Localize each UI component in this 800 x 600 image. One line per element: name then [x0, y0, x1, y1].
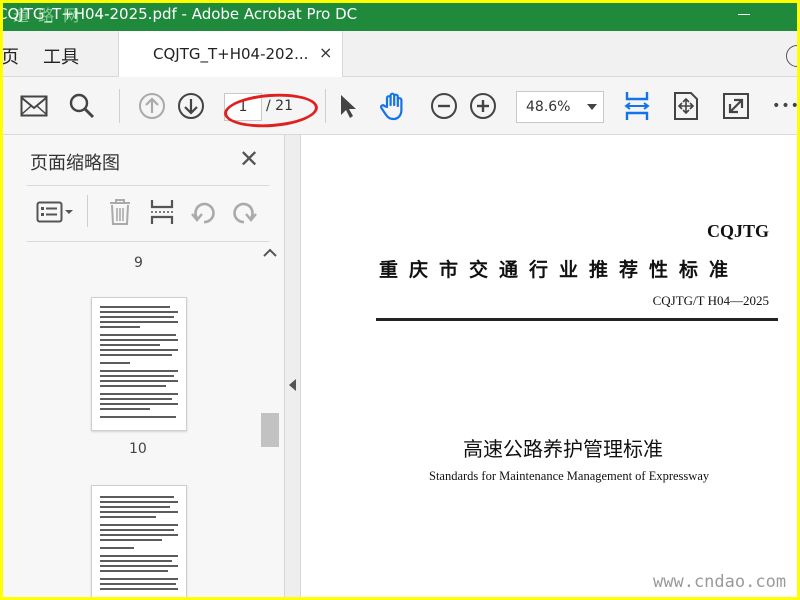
thumbnail-panel: 页面缩略图 ✕ 9 10 — [3, 135, 285, 597]
delete-page-icon[interactable] — [105, 197, 135, 227]
menu-home[interactable]: 页 — [3, 43, 19, 69]
full-screen-icon[interactable] — [721, 91, 751, 121]
document-tab-label: CQJTG_T+H04-202... — [153, 45, 309, 63]
panel-splitter[interactable] — [285, 135, 301, 597]
more-tools-icon[interactable]: ••• — [769, 91, 797, 121]
thumbnail-options-icon[interactable] — [35, 197, 75, 227]
toolbar-separator — [325, 89, 326, 123]
thumbnail-page-number: 10 — [129, 441, 147, 457]
previous-page-icon[interactable] — [137, 91, 167, 121]
panel-divider — [27, 185, 269, 186]
zoom-in-icon[interactable] — [468, 91, 498, 121]
page-number-input[interactable]: 1 — [224, 93, 262, 121]
scroll-up-icon[interactable] — [263, 245, 277, 261]
tab-bar: 页 工具 CQJTG_T+H04-202... × — [3, 31, 797, 77]
panel-separator — [87, 195, 88, 227]
acrobat-window: CQJTG_T+H04-2025.pdf - Adobe Acrobat Pro… — [3, 3, 797, 597]
hand-tool-icon[interactable] — [379, 91, 409, 121]
document-title-en: Standards for Maintenance Management of … — [429, 469, 710, 483]
thumbnail-page-number: 9 — [134, 255, 143, 271]
zoom-select[interactable]: 48.6% — [516, 91, 604, 123]
toolbar-separator — [119, 89, 120, 123]
panel-divider — [27, 241, 269, 242]
main-toolbar: 1 / 21 48.6% ••• — [3, 77, 797, 135]
rotate-left-icon[interactable] — [189, 197, 219, 227]
fit-page-icon[interactable] — [671, 91, 701, 121]
insert-page-icon[interactable] — [147, 197, 177, 227]
rotate-right-icon[interactable] — [229, 197, 259, 227]
panel-title: 页面缩略图 — [30, 153, 120, 174]
help-icon[interactable] — [786, 45, 797, 67]
document-number: CQJTG/T H04—2025 — [652, 293, 769, 308]
page-total: / 21 — [266, 98, 293, 114]
zoom-value: 48.6% — [526, 99, 571, 115]
watermark-bottom: www.cndao.com — [653, 572, 787, 592]
thumbnail-page[interactable] — [91, 297, 187, 431]
document-category: 重庆市交通行业推荐性标准 — [379, 259, 740, 281]
document-tab[interactable]: CQJTG_T+H04-202... × — [118, 31, 343, 77]
collapse-panel-icon[interactable] — [289, 379, 296, 391]
chevron-down-icon — [587, 104, 597, 110]
menu-tools[interactable]: 工具 — [43, 43, 79, 69]
next-page-icon[interactable] — [176, 91, 206, 121]
document-code: CQJTG — [706, 221, 769, 241]
document-rule — [376, 318, 778, 321]
thumbnail-scrollbar[interactable] — [259, 245, 281, 597]
email-icon[interactable] — [19, 91, 49, 121]
minimize-button[interactable] — [733, 5, 757, 25]
search-icon[interactable] — [67, 91, 97, 121]
select-cursor-icon[interactable] — [333, 91, 363, 121]
panel-close-button[interactable]: ✕ — [239, 145, 259, 173]
document-view[interactable]: CQJTG 重庆市交通行业推荐性标准 CQJTG/T H04—2025 高速公路… — [301, 135, 797, 597]
thumbnail-page[interactable] — [91, 485, 187, 597]
scrollbar-thumb[interactable] — [261, 413, 279, 447]
document-title-cn: 高速公路养护管理标准 — [463, 437, 663, 461]
zoom-out-icon[interactable] — [429, 91, 459, 121]
window-title: CQJTG_T+H04-2025.pdf - Adobe Acrobat Pro… — [3, 5, 358, 23]
fit-width-icon[interactable] — [622, 91, 652, 121]
title-bar: CQJTG_T+H04-2025.pdf - Adobe Acrobat Pro… — [3, 3, 797, 31]
tab-close-button[interactable]: × — [319, 43, 332, 62]
